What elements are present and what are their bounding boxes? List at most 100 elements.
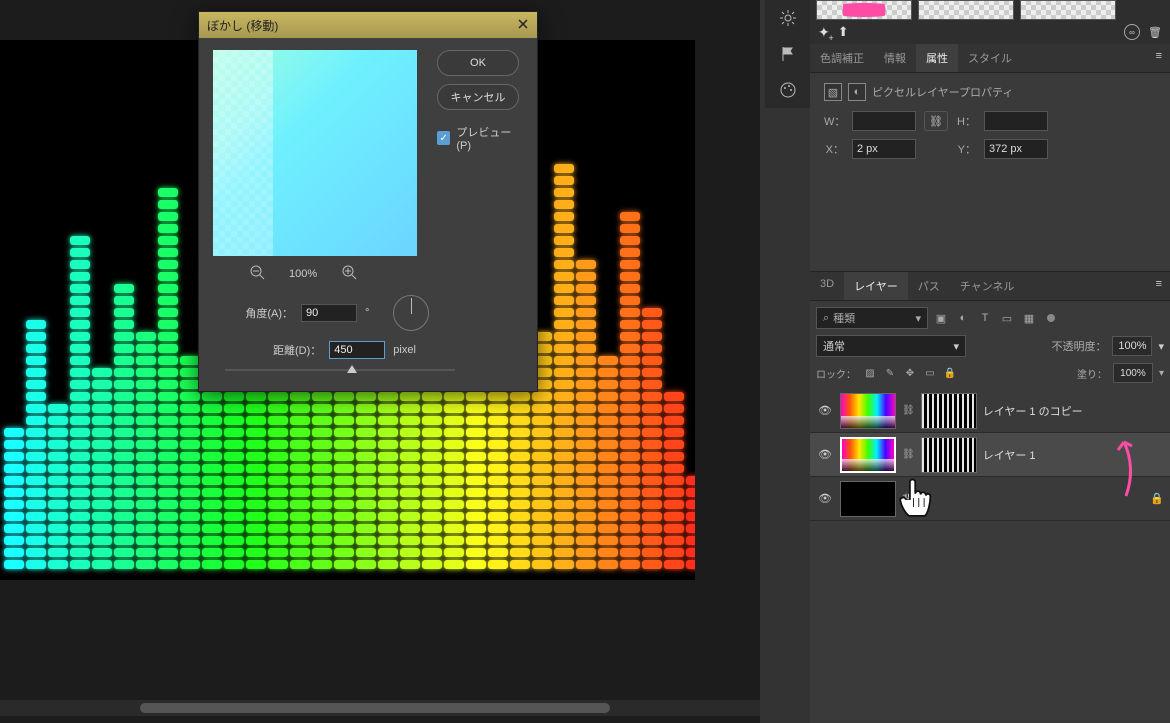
panel-menu-icon[interactable]: ≡: [1148, 44, 1170, 72]
width-input[interactable]: [852, 111, 916, 131]
tab-style[interactable]: スタイル: [958, 44, 1022, 72]
layer-name[interactable]: 背景: [902, 491, 924, 507]
properties-panel: ▧ ◐ ピクセルレイヤープロパティ W： ⛓ H： X： Y：: [810, 73, 1170, 159]
y-label: Y：: [956, 141, 976, 157]
x-input[interactable]: [852, 139, 916, 159]
layer-item[interactable]: 👁 ⛓ レイヤー 1 のコピー: [810, 389, 1170, 433]
lock-all-icon[interactable]: 🔒: [942, 365, 958, 381]
distance-label: 距離(D)：: [273, 342, 321, 358]
zoom-level: 100%: [289, 268, 317, 280]
cancel-button[interactable]: キャンセル: [437, 84, 519, 110]
mask-icon: ◐: [848, 83, 866, 101]
tab-color-correction[interactable]: 色調補正: [810, 44, 874, 72]
library-thumbnails: [810, 0, 1170, 20]
lock-paint-icon[interactable]: ✎: [882, 365, 898, 381]
layer-filter-select[interactable]: ⌕ 種類 ▾: [816, 307, 928, 329]
blend-mode-value: 通常: [823, 338, 845, 354]
panel-dock-icons: [765, 0, 810, 108]
palette-icon[interactable]: [765, 72, 810, 108]
layer-thumbnail[interactable]: [840, 393, 896, 429]
visibility-icon[interactable]: 👁: [816, 404, 834, 417]
flag-icon[interactable]: [765, 36, 810, 72]
zoom-out-icon[interactable]: [249, 264, 265, 283]
mask-thumbnail[interactable]: [921, 437, 977, 473]
canvas-horizontal-scrollbar[interactable]: [0, 700, 760, 716]
layer-name[interactable]: レイヤー 1: [983, 447, 1036, 463]
upload-icon[interactable]: ⬆: [838, 24, 849, 40]
fill-dropdown-icon[interactable]: ▾: [1159, 368, 1164, 379]
visibility-icon[interactable]: 👁: [816, 492, 834, 505]
filter-preview[interactable]: [213, 50, 417, 256]
motion-blur-dialog: ぼかし (移動) 100% 角度(A)： ° 距離(D)： pixel OK キ…: [198, 11, 538, 392]
filter-smart-icon[interactable]: ▦: [1020, 309, 1038, 327]
tab-layers[interactable]: レイヤー: [844, 272, 908, 300]
link-wh-icon[interactable]: ⛓: [924, 111, 948, 131]
add-icon[interactable]: ✦+: [818, 24, 830, 41]
link-mask-icon[interactable]: ⛓: [902, 405, 915, 416]
mask-thumbnail[interactable]: [921, 393, 977, 429]
dialog-title: ぼかし (移動): [207, 17, 278, 34]
layer-item[interactable]: 👁 ⛓ レイヤー 1: [810, 433, 1170, 477]
layer-filter-label: 種類: [833, 310, 855, 326]
lock-position-icon[interactable]: ✥: [902, 365, 918, 381]
opacity-label: 不透明度：: [1051, 338, 1106, 354]
properties-tabs: 色調補正 情報 属性 スタイル ≡: [810, 44, 1170, 73]
angle-dial[interactable]: [393, 295, 429, 331]
distance-slider[interactable]: [225, 369, 455, 371]
library-thumb[interactable]: [1020, 0, 1116, 20]
lock-label: ロック：: [816, 366, 856, 381]
filter-toggle[interactable]: [1042, 309, 1060, 327]
zoom-in-icon[interactable]: [341, 264, 357, 283]
library-thumb[interactable]: [816, 0, 912, 20]
layer-name[interactable]: レイヤー 1 のコピー: [983, 403, 1083, 419]
properties-header: ピクセルレイヤープロパティ: [872, 84, 1013, 100]
opacity-dropdown-icon[interactable]: ▾: [1158, 340, 1164, 353]
height-input[interactable]: [984, 111, 1048, 131]
preview-checkbox-label: プレビュー(P): [456, 124, 523, 152]
visibility-icon[interactable]: 👁: [816, 448, 834, 461]
fill-value[interactable]: 100%: [1113, 363, 1153, 383]
fill-label: 塗り：: [1077, 366, 1107, 381]
filter-shape-icon[interactable]: ▭: [998, 309, 1016, 327]
angle-input[interactable]: [301, 304, 357, 322]
tab-3d[interactable]: 3D: [810, 272, 844, 300]
right-panels: ✦+ ⬆ ∞ 🗑 色調補正 情報 属性 スタイル ≡ ▧ ◐ ピクセルレイヤープ…: [810, 0, 1170, 723]
trash-icon[interactable]: 🗑: [1148, 26, 1162, 39]
opacity-value[interactable]: 100%: [1112, 336, 1152, 356]
layers-tabs: 3D レイヤー パス チャンネル ≡: [810, 271, 1170, 301]
dialog-titlebar[interactable]: ぼかし (移動): [199, 12, 537, 38]
layer-filter-bar: ⌕ 種類 ▾ ▣ ◐ T ▭ ▦: [810, 301, 1170, 335]
layer-list: 👁 ⛓ レイヤー 1 のコピー 👁 ⛓ レイヤー 1 👁 背景 🔒: [810, 389, 1170, 521]
panel-menu-icon[interactable]: ≡: [1148, 272, 1170, 300]
filter-image-icon[interactable]: ▣: [932, 309, 950, 327]
layer-item[interactable]: 👁 背景 🔒: [810, 477, 1170, 521]
ok-button[interactable]: OK: [437, 50, 519, 76]
layer-thumbnail[interactable]: [840, 437, 896, 473]
angle-unit: °: [365, 307, 369, 319]
tab-paths[interactable]: パス: [908, 272, 950, 300]
lock-icon: 🔒: [1150, 492, 1164, 505]
filter-text-icon[interactable]: T: [976, 309, 994, 327]
distance-unit: pixel: [393, 344, 416, 356]
angle-label: 角度(A)：: [213, 305, 293, 321]
cloud-icon[interactable]: ∞: [1124, 24, 1140, 40]
library-thumb[interactable]: [918, 0, 1014, 20]
filter-adjust-icon[interactable]: ◐: [954, 309, 972, 327]
lock-artboard-icon[interactable]: ▭: [922, 365, 938, 381]
tab-info[interactable]: 情報: [874, 44, 916, 72]
search-icon: ⌕: [823, 312, 829, 325]
pixel-layer-icon: ▧: [824, 83, 842, 101]
tab-properties[interactable]: 属性: [916, 44, 958, 72]
y-input[interactable]: [984, 139, 1048, 159]
library-toolbar: ✦+ ⬆ ∞ 🗑: [810, 20, 1170, 44]
gear-icon[interactable]: [765, 0, 810, 36]
h-label: H：: [956, 113, 976, 129]
blend-mode-select[interactable]: 通常 ▾: [816, 335, 966, 357]
distance-input[interactable]: [329, 341, 385, 359]
lock-transparency-icon[interactable]: ▨: [862, 365, 878, 381]
tab-channels[interactable]: チャンネル: [950, 272, 1025, 300]
link-mask-icon[interactable]: ⛓: [902, 449, 915, 460]
dialog-close-button[interactable]: [517, 18, 529, 33]
layer-thumbnail[interactable]: [840, 481, 896, 517]
preview-checkbox[interactable]: ✓: [437, 131, 450, 145]
